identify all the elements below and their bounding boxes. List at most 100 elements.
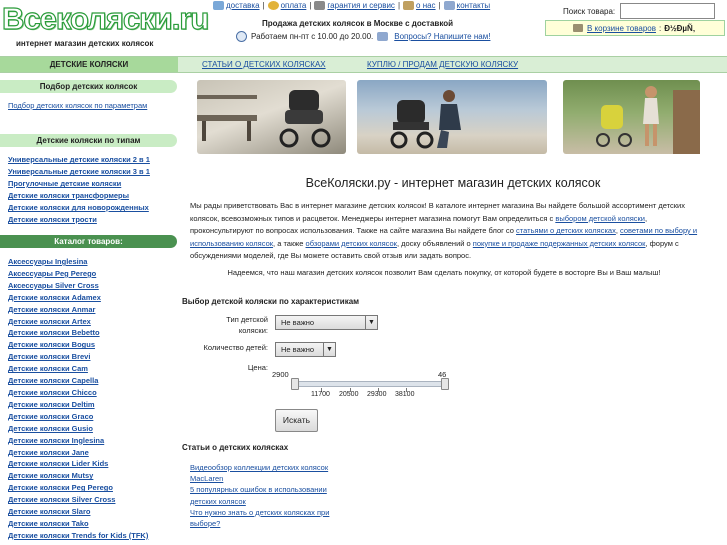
articles-heading: Статьи о детских колясках [182, 443, 289, 452]
sidebar-head-catalog: Каталог товаров: [0, 235, 177, 248]
search-input[interactable] [620, 3, 715, 19]
sidebar-item-brand[interactable]: Детские коляски Adamex [8, 292, 148, 304]
price-min: 2900 [272, 370, 289, 379]
sidebar-item-brand[interactable]: Детские коляски Graco [8, 411, 148, 423]
intro-link-reviews[interactable]: обзорами детских колясок [306, 239, 397, 248]
article-link[interactable]: Видеообзор коллекции детских колясок Mac… [190, 462, 330, 484]
cart-link[interactable]: В корзине товаров [587, 24, 656, 33]
sidebar-pick-link[interactable]: Подбор детских колясок по параметрам [8, 101, 147, 110]
sidebar-item-brand[interactable]: Детские коляски Brevi [8, 351, 148, 363]
intro-text: , доску объявлений о [396, 238, 473, 248]
sidebar-item-brand[interactable]: Детские коляски Peg Perego [8, 482, 148, 494]
chevron-down-icon: ▼ [323, 343, 335, 356]
sidebar-item-brand[interactable]: Детские коляски Slaro [8, 506, 148, 518]
sidebar-head-pick: Подбор детских колясок [0, 80, 177, 93]
contacts-link-wrap: контакты [443, 1, 490, 11]
slider-tick-label: 20500 [339, 391, 359, 398]
intro-link-choice[interactable]: выбором детской коляски [555, 214, 645, 223]
photo-man-stroller [357, 80, 547, 154]
price-slider[interactable] [295, 381, 447, 387]
wrench-icon [314, 1, 326, 11]
price-slider-min-handle[interactable] [291, 378, 299, 390]
logo-tagline: интернет магазин детских колясок [16, 39, 154, 48]
slider-tick-label: 38100 [395, 391, 415, 398]
warranty-link-wrap: гарантия и сервис [314, 1, 395, 11]
sidebar-item-brand[interactable]: Детские коляски Deltim [8, 399, 148, 411]
type-select[interactable]: Не важно ▼ [275, 315, 378, 330]
nav-item-strollers[interactable]: ДЕТСКИЕ КОЛЯСКИ [0, 57, 178, 72]
sidebar-item-brand[interactable]: Аксессуары Silver Cross [8, 280, 148, 292]
cart-value: Ð½ÐµÑ‚ [664, 23, 696, 33]
sidebar-item-brand[interactable]: Аксессуары Inglesina [8, 256, 148, 268]
type-label: Тип детской коляски: [226, 315, 268, 335]
photo-girl-stroller [563, 80, 700, 154]
slider-tick-label: 29300 [367, 391, 387, 398]
stroller-bench-image [197, 90, 331, 148]
count-select[interactable]: Не важно ▼ [275, 342, 336, 357]
intro-text: , а также [273, 238, 306, 248]
man-stroller-image [390, 90, 461, 149]
promo-text: Продажа детских колясок в Москве с доста… [262, 19, 454, 28]
girl-stroller-image [596, 86, 700, 154]
search-label: Поиск товара: [563, 7, 616, 16]
nav-item-buy-sell[interactable]: Куплю / продам детскую коляску [367, 57, 518, 72]
sidebar-item-brand[interactable]: Детские коляски Lider Kids [8, 458, 148, 470]
type-select-value: Не важно [281, 318, 315, 327]
count-select-value: Не важно [281, 345, 315, 354]
sidebar-item-brand[interactable]: Детские коляски Chicco [8, 387, 148, 399]
payment-link-wrap: оплата [267, 1, 307, 11]
article-link[interactable]: Что нужно знать о детских колясках при в… [190, 507, 330, 529]
sidebar-item-brand[interactable]: Детские коляски Inglesina [8, 435, 148, 447]
sidebar-item-brand[interactable]: Детские коляски Silver Cross [8, 494, 148, 506]
warranty-link[interactable]: гарантия и сервис [327, 1, 395, 10]
sidebar-item-brand[interactable]: Детские коляски Mutsy [8, 470, 148, 482]
sidebar-item-brand[interactable]: Детские коляски Jane [8, 447, 148, 459]
sidebar-item-brand[interactable]: Детские коляски Bebetto [8, 327, 148, 339]
sidebar-item-brand[interactable]: Детские коляски Tako [8, 518, 148, 530]
question-link[interactable]: Вопросы? Напишите нам! [394, 32, 490, 41]
chevron-down-icon: ▼ [365, 316, 377, 329]
page-title: ВсеКоляски.ру - интернет магазин детских… [305, 176, 601, 190]
separator: | [438, 1, 441, 11]
envelope-icon [443, 1, 455, 11]
intro-paragraph: Мы рады приветствовать Вас в интернет ма… [190, 200, 698, 263]
sidebar-item-type[interactable]: Универсальные детские коляски 3 в 1 [8, 166, 150, 178]
truck-icon [213, 1, 224, 11]
intro-link-board[interactable]: покупке и продаже подержанных детских ко… [473, 239, 646, 248]
sidebar-item-brand[interactable]: Аксессуары Peg Perego [8, 268, 148, 280]
sidebar-item-brand[interactable]: Детские коляски Artex [8, 316, 148, 328]
nav-item-articles[interactable]: Статьи о детских колясках [202, 57, 326, 72]
sidebar-item-type[interactable]: Детские коляски трости [8, 214, 150, 226]
article-link[interactable]: 5 популярных ошибок в использовании детс… [190, 484, 330, 506]
count-label: Количество детей: [203, 343, 268, 352]
about-link[interactable]: о нас [416, 1, 436, 10]
envelope-icon [377, 32, 389, 41]
sidebar-item-brand[interactable]: Детские коляски Anmar [8, 304, 148, 316]
sidebar-item-type[interactable]: Детские коляски трансформеры [8, 190, 150, 202]
contacts-link[interactable]: контакты [457, 1, 490, 10]
cart-colon: : [658, 23, 662, 33]
separator: | [397, 1, 401, 11]
sidebar-catalog-list: Аксессуары Inglesina Аксессуары Peg Pere… [8, 256, 148, 542]
sidebar-item-brand[interactable]: Детские коляски Cam [8, 363, 148, 375]
about-link-wrap: о нас [403, 1, 436, 11]
site-logo[interactable]: Всеколяски.ru [0, 0, 210, 38]
articles-list: Видеообзор коллекции детских колясок Mac… [190, 462, 330, 529]
price-label: Цена: [247, 363, 268, 372]
sidebar-item-brand[interactable]: Детские коляски Capella [8, 375, 148, 387]
photo-stroller-bench [197, 80, 346, 154]
price-slider-max-handle[interactable] [441, 378, 449, 390]
search-button[interactable]: Искать [275, 409, 318, 432]
intro-link-articles[interactable]: статьями о детских колясках [516, 226, 616, 235]
info-icon [403, 1, 415, 11]
sidebar-item-type[interactable]: Прогулочные детские коляски [8, 178, 150, 190]
sidebar-item-brand[interactable]: Детские коляски Gusio [8, 423, 148, 435]
sidebar-item-brand[interactable]: Детские коляски Bogus [8, 339, 148, 351]
sidebar-item-brand[interactable]: Детские коляски Trends for Kids (TFK) [8, 530, 148, 542]
payment-link[interactable]: оплата [281, 1, 307, 10]
filter-heading: Выбор детской коляски по характеристикам [182, 297, 360, 306]
separator: | [309, 1, 312, 11]
delivery-link[interactable]: доставка [226, 1, 260, 10]
sidebar-item-type[interactable]: Детские коляски для новорожденных [8, 202, 150, 214]
sidebar-item-type[interactable]: Универсальные детские коляски 2 в 1 [8, 154, 150, 166]
